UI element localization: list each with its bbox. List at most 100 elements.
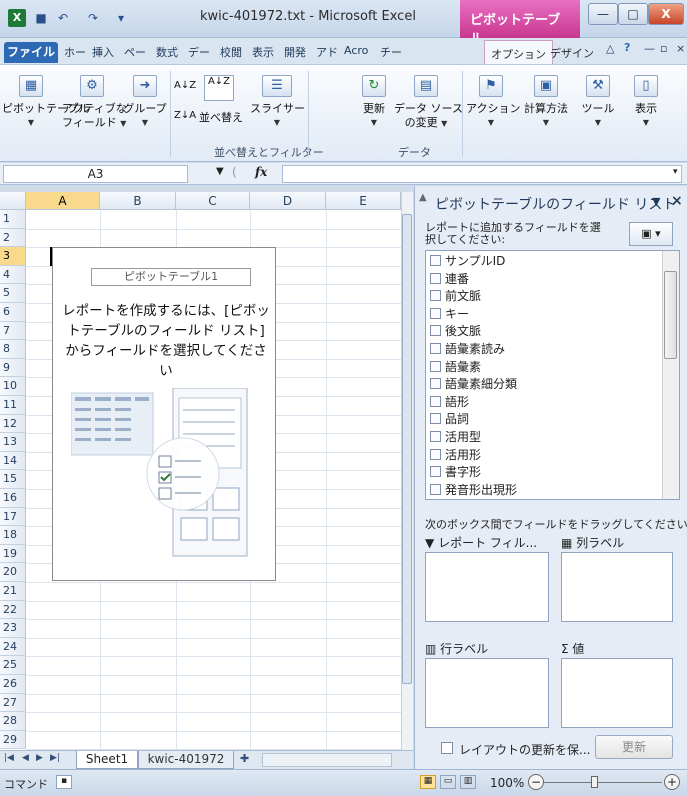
column-header[interactable]: C — [176, 192, 250, 210]
actions-button[interactable]: ⚑ アクション ▼ — [466, 69, 520, 130]
pane-collapse-icon[interactable]: ▲ — [419, 192, 427, 203]
row-header[interactable]: 24 — [0, 637, 26, 657]
row-header[interactable]: 29 — [0, 730, 26, 750]
refresh-button[interactable]: ↻ 更新 ▼ — [358, 69, 390, 130]
field-checkbox[interactable] — [430, 378, 441, 390]
row-header[interactable]: 27 — [0, 693, 26, 713]
row-header[interactable]: 1 — [0, 210, 26, 229]
field-checkbox[interactable] — [430, 290, 441, 302]
pane-options-chevron-icon[interactable]: ▼ — [652, 195, 660, 208]
row-header[interactable]: 20 — [0, 563, 26, 582]
tab-insert[interactable]: 挿入 — [92, 44, 114, 60]
page-break-view-icon[interactable]: ▥ — [460, 775, 476, 789]
tab-developer[interactable]: 開発 — [284, 44, 306, 60]
row-header[interactable]: 6 — [0, 303, 26, 322]
tab-addins[interactable]: アド — [316, 44, 338, 60]
row-header[interactable]: 21 — [0, 582, 26, 601]
field-item[interactable]: 語彙素読み — [430, 340, 505, 357]
zoom-slider-thumb[interactable] — [591, 776, 598, 788]
row-header[interactable]: 9 — [0, 358, 26, 378]
insert-sheet-icon[interactable]: ✚ — [240, 752, 249, 765]
field-item[interactable]: 連番 — [430, 270, 469, 287]
field-item[interactable]: 前文脈 — [430, 287, 481, 304]
formula-input[interactable] — [282, 165, 682, 183]
excel-app-icon[interactable]: X — [8, 9, 26, 27]
pivottable-button[interactable]: ▦ ピボットテーブル ▼ — [2, 69, 89, 130]
tab-team[interactable]: チー — [380, 44, 402, 60]
row-header[interactable]: 10 — [0, 377, 26, 396]
field-item[interactable]: 語彙素細分類 — [430, 375, 517, 392]
field-checkbox[interactable] — [430, 325, 441, 337]
row-header[interactable]: 15 — [0, 470, 26, 489]
update-button[interactable]: 更新 — [595, 735, 673, 759]
row-header[interactable]: 18 — [0, 526, 26, 545]
tab-options[interactable]: オプション — [484, 40, 553, 64]
field-item[interactable]: 発音形出現形 — [430, 481, 517, 498]
minimize-ribbon-icon[interactable]: △ — [606, 42, 614, 55]
group-button[interactable]: ➜ グループ ▼ — [122, 69, 168, 130]
field-checkbox[interactable] — [430, 395, 441, 407]
tools-button[interactable]: ⚒ ツール ▼ — [578, 69, 618, 130]
field-checkbox[interactable] — [430, 272, 441, 284]
vertical-scroll-thumb[interactable] — [402, 214, 412, 684]
save-icon[interactable]: ■ — [32, 9, 50, 27]
field-checkbox[interactable] — [430, 466, 441, 478]
row-header[interactable]: 25 — [0, 656, 26, 675]
row-header[interactable]: 28 — [0, 712, 26, 731]
slicer-button[interactable]: ☰ スライサー ▼ — [250, 69, 305, 130]
row-header[interactable]: 26 — [0, 675, 26, 694]
workbook-close-icon[interactable]: × — [676, 42, 685, 55]
worksheet-grid[interactable]: ABCDE 1 2 3 4 5 6 7 8 9 10 11 12 13 14 15 16 17 18 19 20 21 2… — [0, 192, 413, 750]
close-button[interactable]: X — [648, 3, 684, 25]
name-box-dropdown-icon[interactable]: ▼ — [216, 166, 224, 177]
sort-button[interactable]: 並べ替え — [198, 111, 244, 125]
row-header[interactable]: 17 — [0, 507, 26, 527]
redo-icon[interactable]: ↷ — [84, 9, 102, 27]
defer-layout-update-checkbox[interactable] — [441, 742, 453, 754]
customize-qat-icon[interactable]: ▾ — [112, 9, 130, 27]
field-checkbox[interactable] — [430, 255, 441, 266]
row-header[interactable]: 19 — [0, 544, 26, 564]
report-filter-drop-area[interactable] — [425, 552, 549, 622]
normal-view-icon[interactable]: ▦ — [420, 775, 436, 789]
last-sheet-icon[interactable]: ▶| — [50, 753, 60, 763]
row-header[interactable]: 7 — [0, 321, 26, 341]
field-checkbox[interactable] — [430, 343, 441, 354]
row-header[interactable]: 11 — [0, 396, 26, 415]
select-all-corner[interactable] — [0, 192, 26, 210]
tab-review[interactable]: 校閲 — [220, 44, 242, 60]
column-header[interactable]: B — [100, 192, 176, 210]
sort-az-button[interactable]: A↓Z — [204, 75, 234, 101]
field-list-scroll-thumb[interactable] — [664, 271, 677, 359]
sheet-tab-kwic[interactable]: kwic-401972 — [138, 751, 234, 769]
field-item[interactable]: キー — [430, 305, 469, 322]
undo-icon[interactable]: ↶ — [54, 9, 72, 27]
next-sheet-icon[interactable]: ▶ — [36, 753, 43, 763]
tab-page-layout[interactable]: ペー — [124, 44, 146, 60]
minimize-button[interactable]: — — [588, 3, 618, 25]
sheet-tab-sheet1[interactable]: Sheet1 — [76, 751, 138, 769]
row-header[interactable]: 4 — [0, 265, 26, 285]
field-item[interactable]: 活用型 — [430, 428, 481, 445]
tab-view[interactable]: 表示 — [252, 44, 274, 60]
tab-data[interactable]: デー — [188, 44, 210, 60]
zoom-out-button[interactable]: − — [528, 774, 544, 790]
sort-ascending-icon[interactable]: A↓Z — [174, 79, 196, 93]
field-checkbox[interactable] — [430, 360, 441, 372]
zoom-slider[interactable] — [544, 782, 662, 783]
zoom-in-button[interactable]: + — [664, 774, 680, 790]
field-item[interactable]: 後文脈 — [430, 322, 481, 339]
tab-design[interactable]: デザイン — [544, 40, 600, 64]
row-header[interactable]: 5 — [0, 284, 26, 303]
workbook-restore-icon[interactable]: ▫ — [660, 42, 667, 55]
maximize-button[interactable]: □ — [618, 3, 648, 25]
row-header[interactable]: 22 — [0, 600, 26, 620]
field-item[interactable]: 書字形 — [430, 463, 481, 480]
pivottable-placeholder[interactable]: ピボットテーブル1 レポートを作成するには、[ピボットテーブルのフィールド リス… — [52, 247, 276, 581]
prev-sheet-icon[interactable]: ◀ — [22, 753, 29, 763]
row-header[interactable]: 12 — [0, 414, 26, 434]
workbook-minimize-icon[interactable]: — — [644, 42, 655, 55]
active-field-button[interactable]: ⚙ アクティブな フィールド ▼ — [62, 69, 127, 131]
tab-home[interactable]: ホー — [64, 44, 86, 60]
column-header[interactable]: A — [26, 192, 100, 210]
